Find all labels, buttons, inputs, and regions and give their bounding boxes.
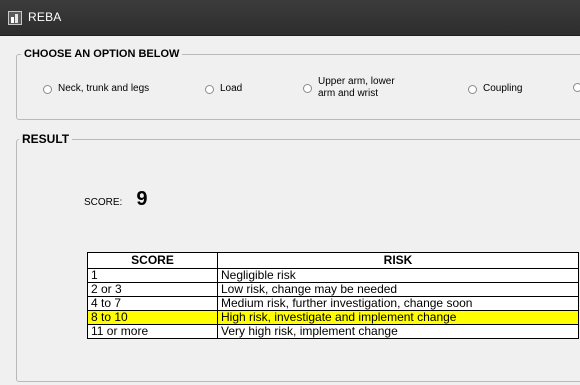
window-title: REBA (28, 10, 62, 24)
neck-trunk-legs-label: Neck, trunk and legs (58, 83, 150, 94)
upper-arm-lower-arm-wrist-radio[interactable]: Upper arm, lower arm and wrist (303, 76, 395, 100)
score-cell: 2 or 3 (87, 282, 218, 297)
risk-cell: Low risk, change may be needed (217, 282, 579, 297)
score-column-header: SCORE (87, 252, 218, 269)
upper-arm-lower-arm-wrist-label: Upper arm, lower arm and wrist (318, 76, 395, 100)
risk-table: SCORE RISK 1 Negligible risk 2 or 3 Low … (87, 252, 579, 339)
radio-circle-icon[interactable] (573, 83, 580, 92)
table-row-highlighted: 8 to 10 High risk, investigate and imple… (87, 310, 579, 325)
table-header-row: SCORE RISK (87, 252, 579, 269)
risk-cell: Negligible risk (217, 268, 579, 283)
table-row: 1 Negligible risk (87, 268, 579, 283)
risk-cell: Very high risk, implement change (217, 324, 579, 339)
table-row: 2 or 3 Low risk, change may be needed (87, 282, 579, 297)
table-row: 4 to 7 Medium risk, further investigatio… (87, 296, 579, 311)
risk-cell: Medium risk, further investigation, chan… (217, 296, 579, 311)
score-value: 9 (136, 188, 148, 210)
score-display: SCORE: 9 (84, 188, 147, 211)
title-bar[interactable]: REBA (0, 0, 580, 36)
load-label: Load (220, 83, 243, 94)
table-row: 11 or more Very high risk, implement cha… (87, 324, 579, 339)
score-cell: 4 to 7 (87, 296, 218, 311)
coupling-label: Coupling (483, 83, 523, 94)
load-radio[interactable]: Load (205, 83, 242, 95)
options-legend: CHOOSE AN OPTION BELOW (24, 48, 180, 60)
radio-circle-icon[interactable] (468, 84, 477, 94)
offscreen-option-radio[interactable] (573, 83, 580, 92)
risk-column-header: RISK (217, 252, 579, 269)
reba-window: REBA CHOOSE AN OPTION BELOW Neck, trunk … (0, 0, 580, 385)
app-icon (8, 11, 22, 25)
upper-arm-label-line1: Upper arm, lower (318, 76, 395, 87)
radio-circle-icon[interactable] (43, 84, 52, 94)
score-cell: 11 or more (87, 324, 218, 339)
risk-cell: High risk, investigate and implement cha… (217, 310, 579, 325)
upper-arm-label-line2: arm and wrist (318, 88, 379, 99)
score-label: SCORE: (84, 197, 123, 208)
radio-circle-icon[interactable] (205, 84, 214, 94)
neck-trunk-legs-radio[interactable]: Neck, trunk and legs (43, 83, 149, 95)
result-legend: RESULT (22, 132, 70, 146)
score-cell: 1 (87, 268, 218, 283)
coupling-radio[interactable]: Coupling (468, 83, 522, 95)
score-cell: 8 to 10 (87, 310, 218, 325)
radio-circle-icon[interactable] (303, 83, 312, 93)
